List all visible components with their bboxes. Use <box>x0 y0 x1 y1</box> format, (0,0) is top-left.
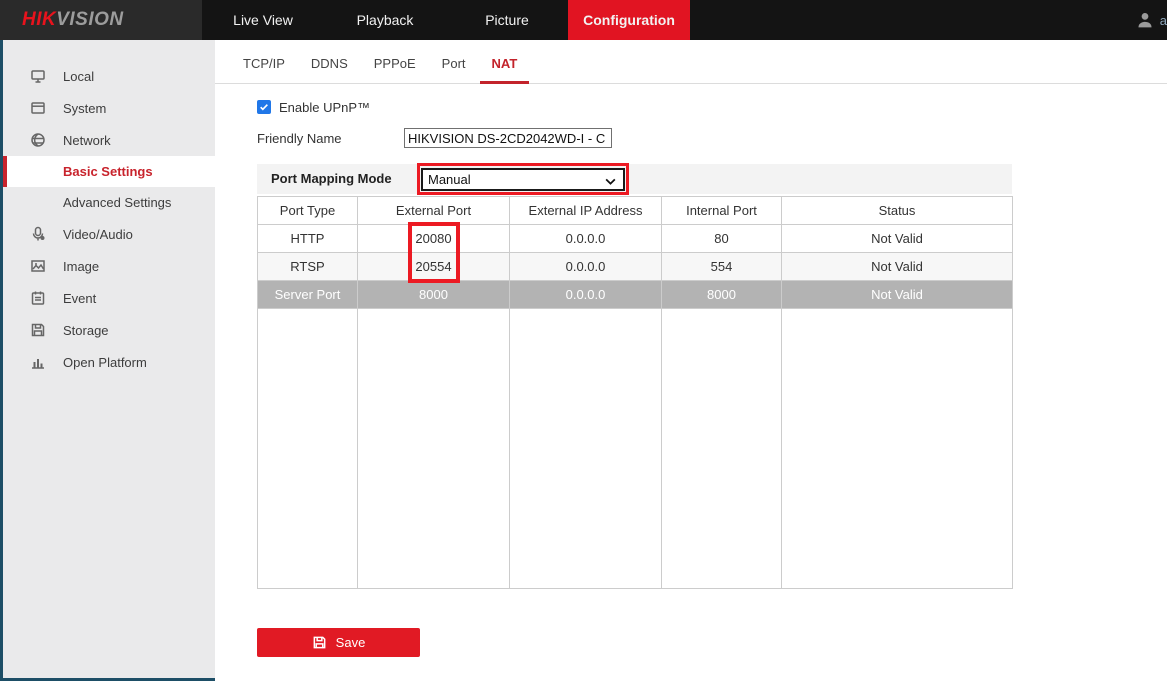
logo-part-gray: VISION <box>56 9 123 30</box>
sidebar-item-network[interactable]: Network <box>3 124 215 156</box>
microphone-icon <box>30 226 46 242</box>
sidebar-item-label: Basic Settings <box>63 164 153 179</box>
nav-playback[interactable]: Playback <box>324 0 446 40</box>
cell-external-ip: 0.0.0.0 <box>510 253 662 281</box>
cell-external-port: 20080 <box>358 225 510 253</box>
tab-port[interactable]: Port <box>430 40 478 84</box>
sidebar-item-basic-settings[interactable]: Basic Settings <box>3 156 215 187</box>
sidebar-item-open-platform[interactable]: Open Platform <box>3 346 215 378</box>
save-button-label: Save <box>336 635 366 650</box>
floppy-icon <box>30 322 46 338</box>
sidebar-item-label: Open Platform <box>63 355 147 370</box>
globe-icon <box>30 132 46 148</box>
cell-port-type: Server Port <box>258 281 358 309</box>
tab-ddns[interactable]: DDNS <box>299 40 360 84</box>
friendly-name-row: Friendly Name <box>257 128 1167 148</box>
chevron-down-icon <box>604 175 617 191</box>
check-icon <box>259 102 269 112</box>
sidebar-item-image[interactable]: Image <box>3 250 215 282</box>
table-row-server-port[interactable]: Server Port 8000 0.0.0.0 8000 Not Valid <box>258 281 1013 309</box>
enable-upnp-label: Enable UPnP™ <box>279 100 370 115</box>
logo-area: HIKVISION <box>0 0 202 40</box>
table-row-http[interactable]: HTTP 20080 0.0.0.0 80 Not Valid <box>258 225 1013 253</box>
friendly-name-input[interactable] <box>404 128 612 148</box>
header-external-port: External Port <box>358 197 510 225</box>
tab-nat[interactable]: NAT <box>480 40 530 84</box>
sidebar-item-event[interactable]: Event <box>3 282 215 314</box>
table-empty-area <box>258 309 1013 589</box>
image-icon <box>30 258 46 274</box>
sidebar-item-system[interactable]: System <box>3 92 215 124</box>
nav-picture[interactable]: Picture <box>446 0 568 40</box>
sidebar: Local System Network Basic Settings Adva… <box>0 40 215 681</box>
cell-status: Not Valid <box>782 253 1013 281</box>
friendly-name-label: Friendly Name <box>257 131 404 146</box>
window-icon <box>30 100 46 116</box>
port-mapping-mode-select[interactable]: Manual <box>421 168 625 191</box>
topbar-spacer <box>690 0 1136 40</box>
sidebar-item-label: Storage <box>63 323 109 338</box>
sidebar-item-video-audio[interactable]: Video/Audio <box>3 218 215 250</box>
save-floppy-icon <box>312 635 327 650</box>
sidebar-item-label: Network <box>63 133 111 148</box>
sidebar-item-label: Video/Audio <box>63 227 133 242</box>
person-icon <box>1136 11 1154 29</box>
content-area: TCP/IP DDNS PPPoE Port NAT Enable UPnP™ … <box>215 40 1167 684</box>
enable-upnp-row: Enable UPnP™ <box>257 99 1167 115</box>
cell-external-port: 8000 <box>358 281 510 309</box>
header-internal-port: Internal Port <box>662 197 782 225</box>
username-text: a <box>1160 13 1167 28</box>
cell-status: Not Valid <box>782 225 1013 253</box>
sidebar-item-label: System <box>63 101 106 116</box>
top-navigation-bar: HIKVISION Live View Playback Picture Con… <box>0 0 1167 40</box>
user-area[interactable]: a <box>1136 0 1167 40</box>
port-table-wrap: Port Type External Port External IP Addr… <box>257 196 1012 589</box>
cell-internal-port: 554 <box>662 253 782 281</box>
header-external-ip: External IP Address <box>510 197 662 225</box>
cell-internal-port: 8000 <box>662 281 782 309</box>
cell-port-type: HTTP <box>258 225 358 253</box>
table-header-row: Port Type External Port External IP Addr… <box>258 197 1013 225</box>
calendar-icon <box>30 290 46 306</box>
tab-tcpip[interactable]: TCP/IP <box>231 40 297 84</box>
cell-external-port: 20554 <box>358 253 510 281</box>
port-mapping-mode-value: Manual <box>428 172 471 187</box>
monitor-icon <box>30 68 46 84</box>
sidebar-item-advanced-settings[interactable]: Advanced Settings <box>3 187 215 218</box>
settings-tabs: TCP/IP DDNS PPPoE Port NAT <box>215 40 1167 84</box>
sidebar-item-label: Local <box>63 69 94 84</box>
header-port-type: Port Type <box>258 197 358 225</box>
cell-external-ip: 0.0.0.0 <box>510 281 662 309</box>
header-status: Status <box>782 197 1013 225</box>
tab-pppoe[interactable]: PPPoE <box>362 40 428 84</box>
sidebar-item-storage[interactable]: Storage <box>3 314 215 346</box>
enable-upnp-checkbox[interactable] <box>257 100 271 114</box>
bar-chart-icon <box>30 354 46 370</box>
hikvision-config-page: HIKVISION Live View Playback Picture Con… <box>0 0 1167 684</box>
table-row-rtsp[interactable]: RTSP 20554 0.0.0.0 554 Not Valid <box>258 253 1013 281</box>
save-button[interactable]: Save <box>257 628 420 657</box>
nav-configuration[interactable]: Configuration <box>568 0 690 40</box>
nat-form: Enable UPnP™ Friendly Name Port Mapping … <box>215 99 1167 657</box>
hikvision-logo: HIKVISION <box>22 9 124 31</box>
port-mapping-table: Port Type External Port External IP Addr… <box>257 196 1013 589</box>
port-mapping-mode-row: Port Mapping Mode Manual <box>257 164 1012 194</box>
sidebar-item-local[interactable]: Local <box>3 60 215 92</box>
nav-live-view[interactable]: Live View <box>202 0 324 40</box>
cell-port-type: RTSP <box>258 253 358 281</box>
sidebar-item-label: Advanced Settings <box>63 195 171 210</box>
port-mapping-mode-label: Port Mapping Mode <box>271 164 392 194</box>
cell-internal-port: 80 <box>662 225 782 253</box>
sidebar-item-label: Image <box>63 259 99 274</box>
logo-part-red: HIK <box>22 9 56 30</box>
cell-external-ip: 0.0.0.0 <box>510 225 662 253</box>
cell-status: Not Valid <box>782 281 1013 309</box>
sidebar-item-label: Event <box>63 291 96 306</box>
